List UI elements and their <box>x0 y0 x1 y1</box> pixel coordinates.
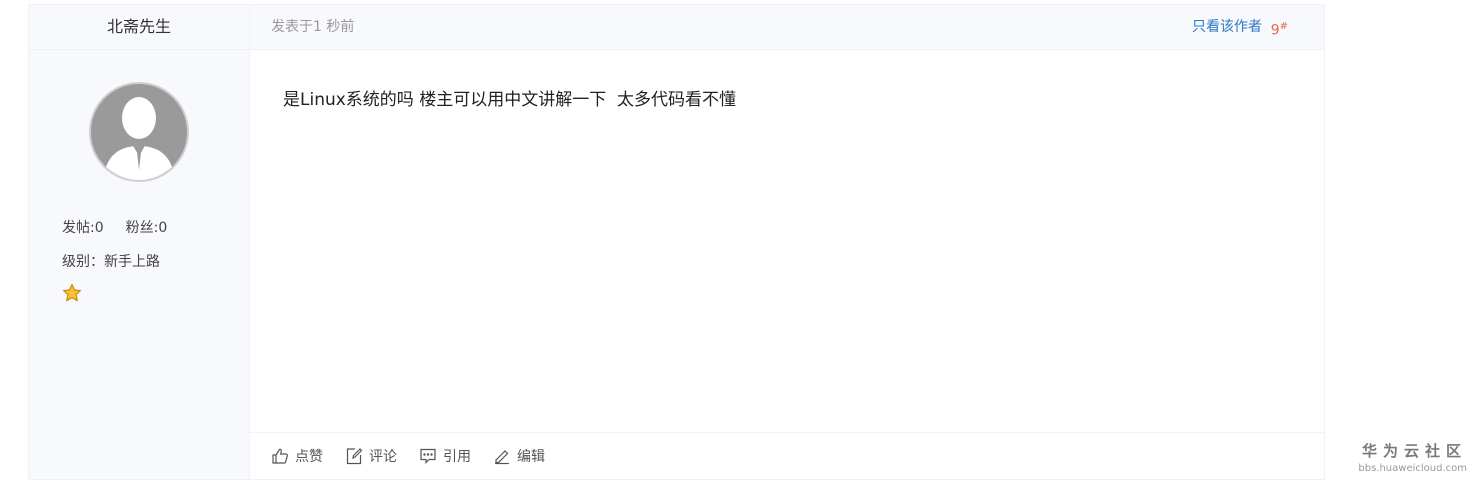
quote-button[interactable]: 引用 <box>419 446 471 466</box>
floor-number-value: 9 <box>1270 22 1280 39</box>
posts-count: 发帖:0 <box>62 220 104 236</box>
edit-label: 编辑 <box>517 449 545 465</box>
author-stats: 发帖:0 粉丝:0 <box>62 217 167 237</box>
comment-button[interactable]: 评论 <box>345 446 397 466</box>
author-name[interactable]: 北斋先生 <box>29 5 249 50</box>
like-label: 点赞 <box>295 449 323 465</box>
thumbs-up-icon <box>272 448 288 464</box>
floor-mark: # <box>1279 21 1288 32</box>
edit-comment-icon <box>346 448 363 465</box>
author-level: 级别：新手上路 <box>62 254 160 270</box>
post-time: 发表于1 秒前 <box>271 19 355 35</box>
quote-label: 引用 <box>443 449 471 465</box>
floor-number: 9# <box>1271 5 1288 53</box>
post-container: 北斋先生 发帖:0 粉丝:0 级别：新手上路 发表于1 秒前 只看该作者 9# … <box>28 4 1325 480</box>
post-header: 发表于1 秒前 只看该作者 9# <box>250 5 1324 50</box>
pencil-icon <box>495 450 509 465</box>
comment-label: 评论 <box>369 449 397 465</box>
brand-url: bbs.huaweicloud.com <box>1358 463 1467 474</box>
quote-bubble-icon <box>420 448 436 464</box>
edit-button[interactable]: 编辑 <box>493 446 545 466</box>
avatar[interactable] <box>89 82 189 182</box>
like-button[interactable]: 点赞 <box>271 446 323 466</box>
fans-count: 粉丝:0 <box>125 220 168 236</box>
only-author-link[interactable]: 只看该作者 <box>1192 5 1262 49</box>
post-content: 是Linux系统的吗 楼主可以用中文讲解一下 太多代码看不懂 <box>283 90 737 110</box>
star-icon <box>62 283 82 302</box>
brand-watermark: 华为云社区 bbs.huaweicloud.com <box>1358 440 1467 474</box>
brand-title: 华为云社区 <box>1361 442 1467 460</box>
post-main: 发表于1 秒前 只看该作者 9# 是Linux系统的吗 楼主可以用中文讲解一下 … <box>250 5 1324 479</box>
author-panel: 北斋先生 发帖:0 粉丝:0 级别：新手上路 <box>29 5 250 479</box>
post-actions: 点赞 评论 引用 编辑 <box>250 432 1324 479</box>
